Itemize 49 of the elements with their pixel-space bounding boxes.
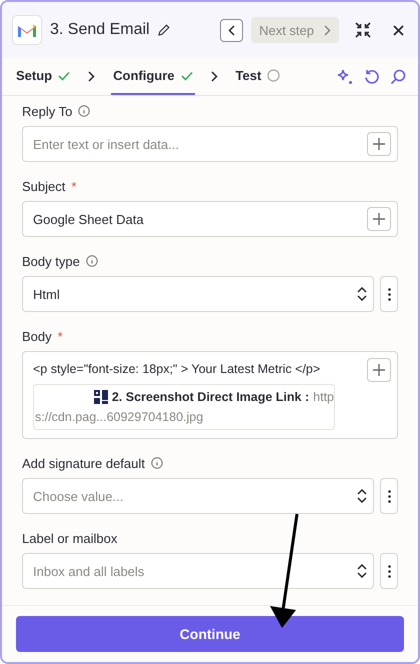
step-tab[interactable]: Setup <box>14 58 72 95</box>
vertical-dots-icon <box>388 490 390 502</box>
more-options-button[interactable] <box>380 276 398 312</box>
insert-data-button[interactable] <box>367 132 391 156</box>
data-pill[interactable]: 2. Screenshot Direct Image Link : http s://cdn.pag...60929704180.jpg <box>33 384 335 430</box>
insert-data-button[interactable] <box>367 207 391 231</box>
chevron-right-icon <box>324 24 331 36</box>
body-field[interactable]: <p style="font-size: 18px;" > Your Latest Metric </p> 2. Screenshot Direct Image Link : http s://cdn.pag...60929704180.jpg <box>22 351 398 439</box>
dropdown-field[interactable]: Html <box>22 276 374 312</box>
step-title: 3. Send Email <box>50 21 150 39</box>
previous-step-button[interactable] <box>220 18 244 42</box>
required-asterisk: * <box>58 328 63 344</box>
plus-icon <box>373 138 385 150</box>
up-down-chevron-icon <box>357 564 367 578</box>
vertical-dots-icon <box>388 288 390 300</box>
plus-icon <box>373 364 385 376</box>
step-tab[interactable]: Test <box>234 58 282 95</box>
gmail-logo-icon <box>12 15 42 45</box>
chevron-right-icon <box>88 71 96 82</box>
field-label: Body type <box>22 254 80 268</box>
text-field[interactable]: Google Sheet Data <box>22 201 398 237</box>
pencil-icon[interactable] <box>158 24 170 36</box>
field-label: Label or mailbox <box>22 530 118 546</box>
plus-icon <box>373 213 385 225</box>
field-label: Reply To <box>22 104 72 118</box>
sparkle-icon[interactable] <box>336 68 354 86</box>
collapse-icon[interactable] <box>355 22 371 38</box>
required-asterisk: * <box>71 178 76 194</box>
search-icon[interactable] <box>390 68 406 84</box>
more-options-button[interactable] <box>380 553 398 589</box>
field-label: Body <box>22 328 52 344</box>
refresh-icon[interactable] <box>364 68 380 84</box>
up-down-chevron-icon <box>357 287 367 301</box>
more-options-button[interactable] <box>380 478 398 514</box>
vertical-dots-icon <box>388 564 390 578</box>
continue-button[interactable]: Continue <box>16 616 404 652</box>
close-icon[interactable] <box>393 24 404 36</box>
chevron-right-icon <box>210 71 218 82</box>
step-tab[interactable]: Configure <box>111 58 195 95</box>
dropdown-field[interactable]: Inbox and all labels <box>22 553 374 589</box>
text-field[interactable]: Enter text or insert data... <box>22 126 398 162</box>
body-text: <p style="font-size: 18px;" > Your Latest Metric </p> <box>33 361 322 378</box>
dropdown-field[interactable]: Choose value... <box>22 478 374 514</box>
chevron-left-icon <box>228 24 236 36</box>
app-logo-icon <box>94 390 108 404</box>
up-down-chevron-icon <box>357 489 367 503</box>
field-label: Subject <box>22 178 66 194</box>
field-label: Add signature default <box>22 456 145 470</box>
insert-data-button[interactable] <box>367 358 391 382</box>
